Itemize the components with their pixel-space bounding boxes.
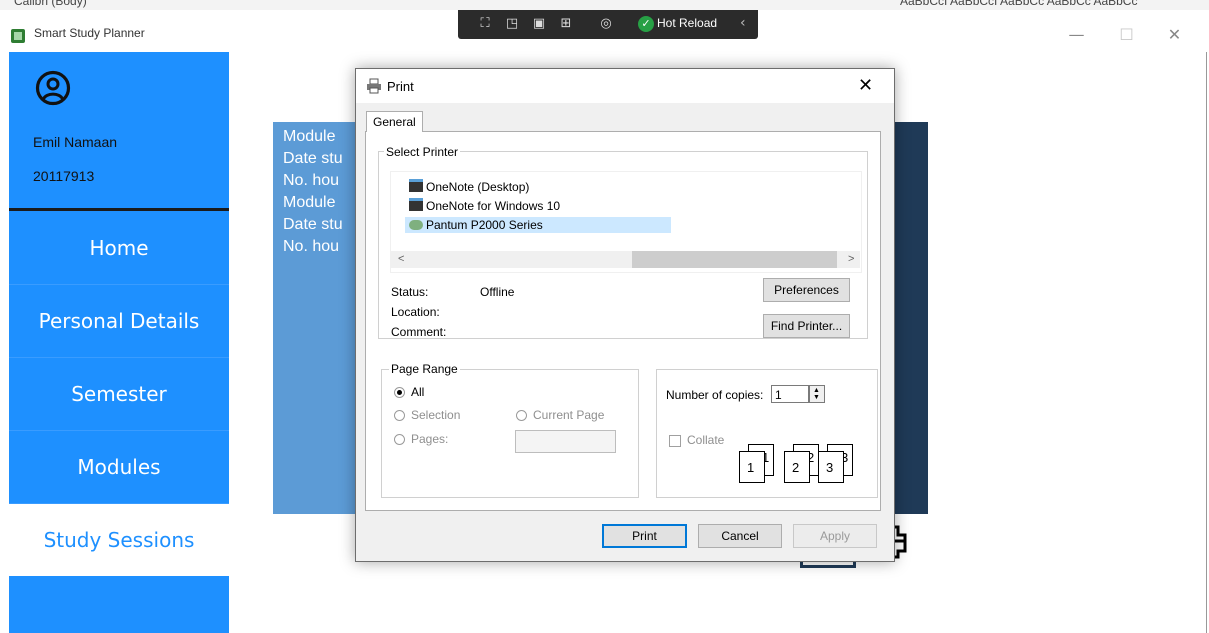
app-icon bbox=[11, 29, 25, 43]
select-element-icon[interactable]: ⛶ bbox=[476, 15, 494, 33]
nav-item-study-sessions[interactable]: Study Sessions bbox=[9, 504, 229, 576]
selection-label: Selection bbox=[411, 408, 461, 422]
accessibility-icon[interactable]: ◎ bbox=[597, 15, 615, 33]
selection-radio[interactable] bbox=[394, 410, 405, 421]
hours-label: No. hou bbox=[283, 172, 340, 189]
status-value: Offline bbox=[480, 285, 515, 299]
spin-up-icon[interactable]: ▲ bbox=[813, 387, 820, 394]
close-button[interactable]: ✕ bbox=[1152, 20, 1197, 50]
background-style-gallery: AaBbCcI AaBbCcI AaBbCc AaBbCc AaBbCc bbox=[900, 0, 1138, 8]
copies-spinner[interactable]: ▲ ▼ bbox=[809, 385, 825, 403]
module-label: Module bbox=[283, 128, 336, 145]
scroll-left-icon[interactable]: < bbox=[398, 251, 404, 268]
track-focus-icon[interactable]: ▣ bbox=[530, 15, 548, 33]
all-radio[interactable] bbox=[394, 387, 405, 398]
collate-page-icon: 3 bbox=[818, 451, 844, 483]
copies-input[interactable]: 1 bbox=[771, 385, 809, 403]
hot-reload-label[interactable]: Hot Reload bbox=[657, 16, 717, 30]
display-adorners-icon[interactable]: ◳ bbox=[503, 15, 521, 33]
user-id: 20117913 bbox=[33, 168, 95, 184]
date-studied-label: Date stu bbox=[283, 150, 343, 167]
printer-list-scrollbar[interactable]: < > bbox=[390, 251, 860, 268]
nav-item-personal-details[interactable]: Personal Details bbox=[9, 285, 229, 358]
print-dialog-title-bar: Print ✕ bbox=[356, 69, 894, 103]
sidebar: Emil Namaan 20117913 Home Personal Detai… bbox=[9, 52, 229, 633]
nav-item-modules[interactable]: Modules bbox=[9, 431, 229, 504]
window-title: Smart Study Planner bbox=[34, 26, 145, 40]
nav-item-home[interactable]: Home bbox=[9, 212, 229, 285]
collate-page-icon: 2 bbox=[784, 451, 810, 483]
background-font-name: Calibri (Body) bbox=[14, 0, 87, 8]
collate-page-icon: 1 bbox=[739, 451, 765, 483]
all-label: All bbox=[411, 385, 425, 399]
copies-label: Number of copies: bbox=[666, 388, 764, 402]
dialog-close-icon[interactable]: ✕ bbox=[858, 75, 873, 96]
layout-adorners-icon[interactable]: ⊞ bbox=[557, 15, 575, 33]
comment-label: Comment: bbox=[391, 325, 447, 339]
page-range-legend: Page Range bbox=[389, 362, 460, 376]
session-details-list: Module Date stu No. hou Module Date stu … bbox=[273, 122, 358, 514]
date-studied-label: Date stu bbox=[283, 216, 343, 233]
pages-label: Pages: bbox=[411, 432, 449, 446]
user-avatar-icon bbox=[35, 70, 71, 106]
maximize-button[interactable]: ☐ bbox=[1104, 20, 1149, 50]
collapse-chevron-icon[interactable]: ‹ bbox=[740, 15, 746, 31]
print-button[interactable]: Print bbox=[602, 524, 687, 548]
select-printer-legend: Select Printer bbox=[384, 145, 461, 159]
printer-item[interactable]: OneNote (Desktop) bbox=[409, 179, 529, 195]
scroll-right-icon[interactable]: > bbox=[848, 251, 854, 268]
current-page-radio[interactable] bbox=[516, 410, 527, 421]
hot-reload-check-icon: ✓ bbox=[638, 16, 654, 32]
cancel-button[interactable]: Cancel bbox=[698, 524, 782, 548]
xaml-debug-toolbar: ⛶ ◳ ▣ ⊞ ◎ ✓ Hot Reload ‹ bbox=[458, 10, 758, 39]
hours-label: No. hou bbox=[283, 238, 340, 255]
printer-icon bbox=[367, 78, 381, 94]
nav-item-semester[interactable]: Semester bbox=[9, 358, 229, 431]
status-label: Status: bbox=[391, 285, 429, 299]
onenote-printer-icon bbox=[409, 198, 423, 211]
collate-label: Collate bbox=[687, 433, 725, 447]
print-dialog-title: Print bbox=[387, 79, 414, 94]
tab-general[interactable]: General bbox=[366, 111, 423, 132]
sidebar-divider bbox=[9, 208, 229, 211]
module-label: Module bbox=[283, 194, 336, 211]
preferences-button[interactable]: Preferences bbox=[763, 278, 850, 302]
pages-input[interactable] bbox=[515, 430, 616, 453]
pages-radio[interactable] bbox=[394, 434, 405, 445]
apply-button[interactable]: Apply bbox=[793, 524, 877, 548]
find-printer-button[interactable]: Find Printer... bbox=[763, 314, 850, 338]
onenote-printer-icon bbox=[409, 179, 423, 192]
minimize-button[interactable]: — bbox=[1054, 20, 1099, 50]
user-name: Emil Namaan bbox=[33, 134, 118, 150]
current-page-label: Current Page bbox=[533, 408, 605, 422]
spin-down-icon[interactable]: ▼ bbox=[813, 394, 820, 401]
location-label: Location: bbox=[391, 305, 440, 319]
collate-checkbox[interactable] bbox=[669, 435, 681, 447]
pantum-printer-icon bbox=[409, 220, 423, 230]
printer-item-selected[interactable]: Pantum P2000 Series bbox=[405, 217, 671, 233]
window-right-border bbox=[1206, 52, 1207, 633]
print-dialog: Print ✕ General Select Printer OneNote (… bbox=[355, 68, 895, 562]
printer-item[interactable]: OneNote for Windows 10 bbox=[409, 198, 560, 214]
scrollbar-thumb[interactable] bbox=[632, 251, 837, 268]
